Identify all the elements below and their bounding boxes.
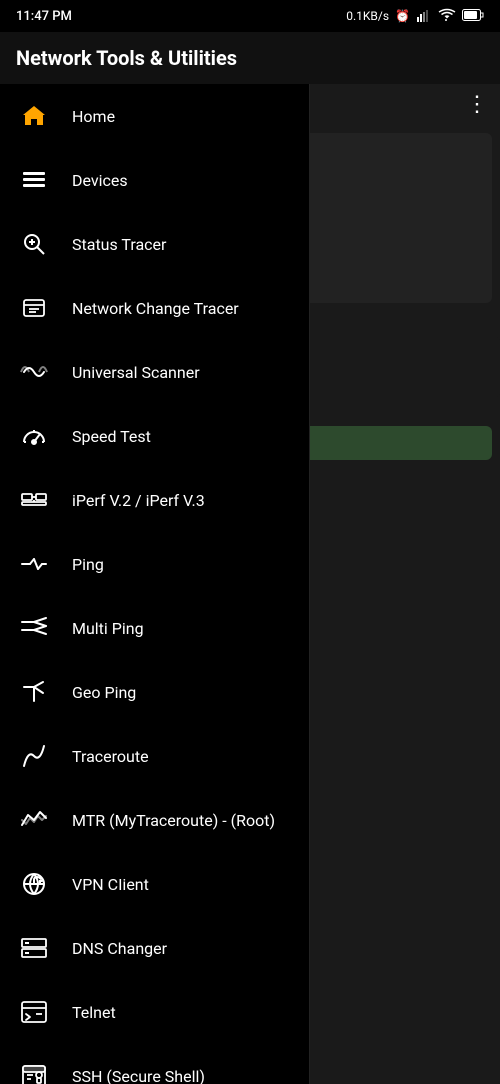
geo-ping-icon — [16, 674, 52, 710]
mtr-icon — [16, 802, 52, 838]
ping-icon — [16, 546, 52, 582]
ssh-label: SSH (Secure Shell) — [72, 1067, 205, 1084]
sidebar-item-geo-ping[interactable]: Geo Ping — [0, 660, 309, 724]
main-layout: ON ⋮ 🌐 79.106.211.121 255.255.0 (/24) 19… — [0, 84, 500, 1084]
traceroute-label: Traceroute — [72, 747, 149, 766]
status-bar: 11:47 PM 0.1KB/s ⏰ — [0, 0, 500, 32]
iperf-label: iPerf V.2 / iPerf V.3 — [72, 491, 205, 510]
network-speed: 0.1KB/s — [346, 9, 389, 23]
battery-icon — [462, 9, 484, 24]
sidebar-item-dns-changer[interactable]: DNS Changer — [0, 916, 309, 980]
multi-ping-icon — [16, 610, 52, 646]
sidebar-item-ping[interactable]: Ping — [0, 532, 309, 596]
sidebar-item-status-tracer[interactable]: Status Tracer — [0, 212, 309, 276]
telnet-label: Telnet — [72, 1003, 116, 1022]
devices-icon — [16, 162, 52, 198]
sidebar-item-telnet[interactable]: Telnet — [0, 980, 309, 1044]
sidebar-item-devices[interactable]: Devices — [0, 148, 309, 212]
telnet-icon — [16, 994, 52, 1030]
alarm-icon: ⏰ — [395, 9, 410, 23]
sidebar-item-universal-scanner[interactable]: Universal Scanner — [0, 340, 309, 404]
sidebar-item-iperf[interactable]: iPerf V.2 / iPerf V.3 — [0, 468, 309, 532]
multi-ping-label: Multi Ping — [72, 619, 144, 638]
sidebar-item-ssh[interactable]: SSH (Secure Shell) — [0, 1044, 309, 1084]
traceroute-icon — [16, 738, 52, 774]
speed-test-label: Speed Test — [72, 427, 151, 446]
ping-label: Ping — [72, 555, 104, 574]
universal-scanner-icon — [16, 354, 52, 390]
status-icons: 0.1KB/s ⏰ — [346, 7, 484, 26]
sidebar-item-speed-test[interactable]: Speed Test — [0, 404, 309, 468]
mtr-label: MTR (MyTraceroute) - (Root) — [72, 811, 275, 830]
speed-test-icon — [16, 418, 52, 454]
vpn-client-label: VPN CIient — [72, 875, 149, 894]
app-title: Network Tools & Utilities — [16, 46, 237, 70]
geo-ping-label: Geo Ping — [72, 683, 136, 702]
sidebar: Home Devices St — [0, 84, 310, 1084]
sidebar-item-vpn-client[interactable]: VPN CIient — [0, 852, 309, 916]
app-header: Network Tools & Utilities — [0, 32, 500, 84]
universal-scanner-label: Universal Scanner — [72, 363, 200, 382]
signal-icon — [416, 7, 432, 26]
iperf-icon — [16, 482, 52, 518]
ssh-icon — [16, 1058, 52, 1084]
devices-label: Devices — [72, 171, 128, 190]
more-options-button[interactable]: ⋮ — [466, 92, 488, 117]
vpn-client-icon — [16, 866, 52, 902]
home-label: Home — [72, 107, 115, 126]
wifi-icon — [438, 8, 456, 25]
sidebar-item-traceroute[interactable]: Traceroute — [0, 724, 309, 788]
network-change-tracer-icon — [16, 290, 52, 326]
status-time: 11:47 PM — [16, 9, 72, 24]
sidebar-item-multi-ping[interactable]: Multi Ping — [0, 596, 309, 660]
dns-changer-icon — [16, 930, 52, 966]
sidebar-item-home[interactable]: Home — [0, 84, 309, 148]
status-tracer-icon — [16, 226, 52, 262]
home-icon — [16, 98, 52, 134]
network-change-tracer-label: Network Change Tracer — [72, 299, 239, 318]
dns-changer-label: DNS Changer — [72, 939, 167, 958]
sidebar-item-mtr[interactable]: MTR (MyTraceroute) - (Root) — [0, 788, 309, 852]
status-tracer-label: Status Tracer — [72, 235, 166, 254]
sidebar-item-network-change-tracer[interactable]: Network Change Tracer — [0, 276, 309, 340]
